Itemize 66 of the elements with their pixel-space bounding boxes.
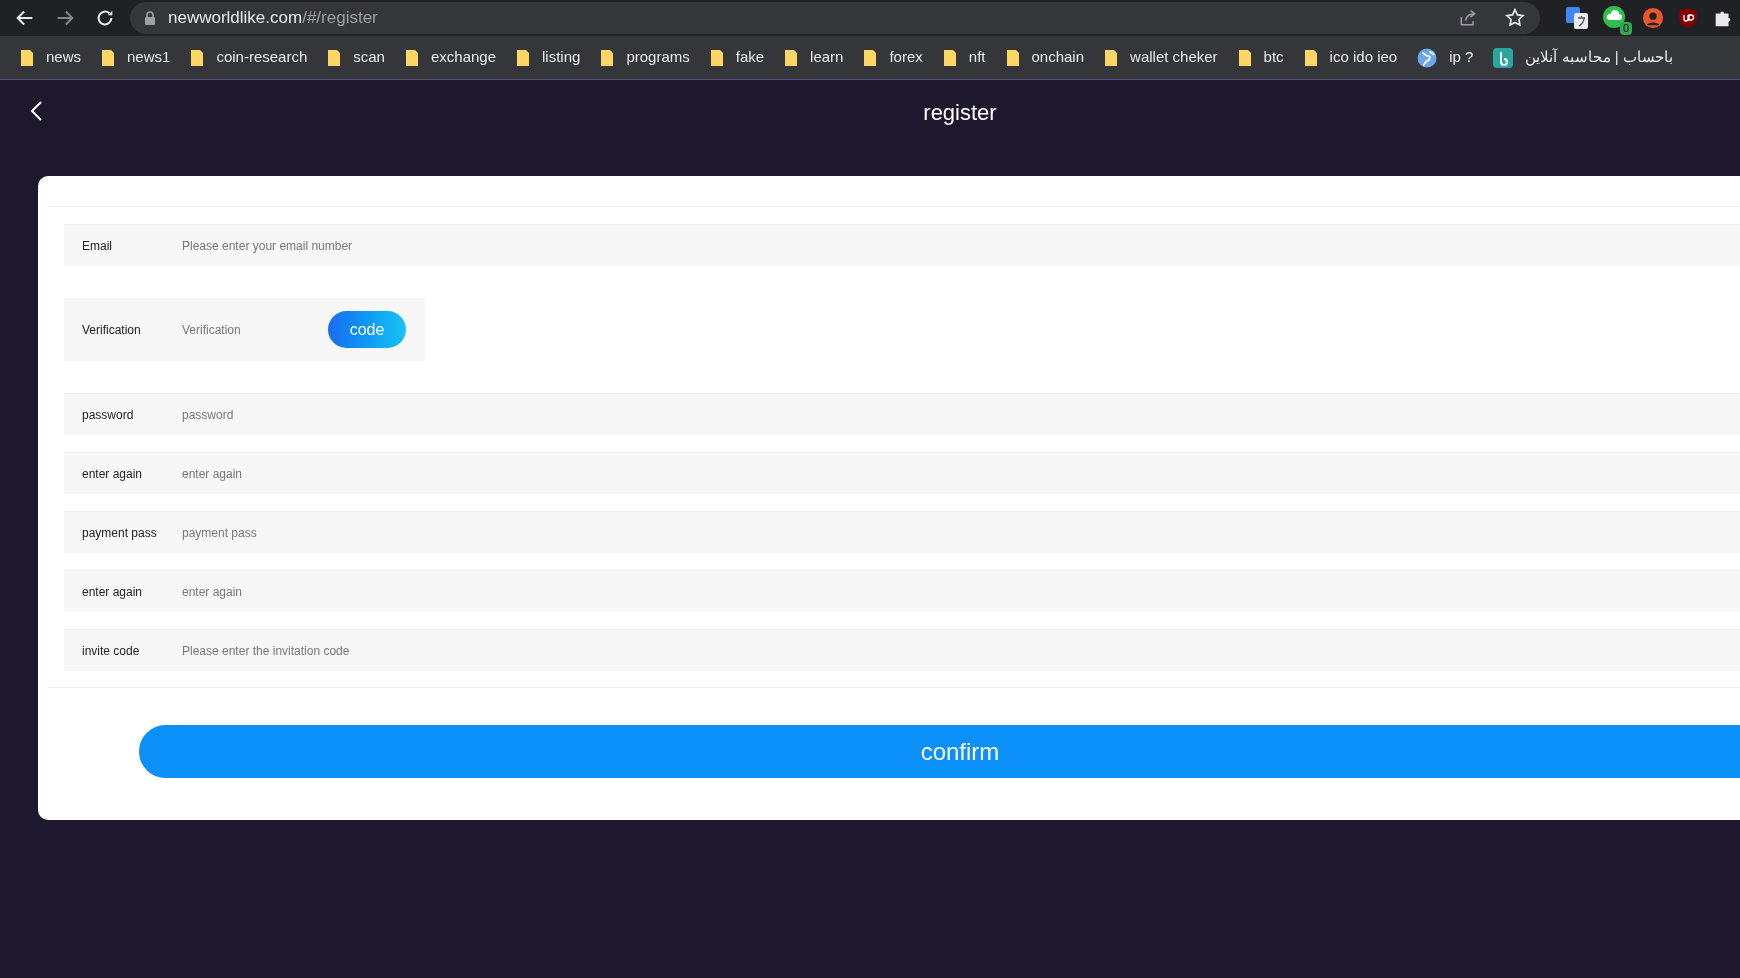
translate-icon[interactable] [1566, 7, 1588, 29]
folder-icon [404, 48, 419, 67]
field-label: Email [82, 237, 113, 255]
bookmark-label[interactable]: wallet cheker [1130, 46, 1218, 69]
placeholder-text: enter again [182, 583, 243, 601]
bookmark-label[interactable]: exchange [430, 46, 496, 69]
input-field[interactable]: password password [64, 393, 1740, 435]
placeholder-text: Verification [182, 321, 242, 339]
bookmark-label[interactable]: coin-research [216, 46, 308, 69]
field-label: enter again [82, 583, 144, 601]
input-field[interactable]: invite code Please enter the invitation code [64, 629, 1740, 671]
bookmark-label[interactable]: btc [1263, 46, 1284, 69]
input-field[interactable]: Email Please enter your email number [64, 224, 1740, 266]
placeholder-text: Please enter your email number [182, 237, 353, 255]
bookmark-label[interactable]: باحساب | محاسبه آنلاین [1525, 46, 1673, 69]
bookmark-label[interactable]: nft [968, 46, 986, 69]
placeholder-text: password [182, 406, 234, 424]
page-title: register [923, 98, 997, 127]
bookmark-label[interactable]: learn [810, 46, 844, 69]
folder-icon [1303, 48, 1318, 67]
placeholder-text: payment pass [182, 524, 257, 542]
field-label: Verification [82, 321, 142, 339]
lock-icon [144, 11, 156, 25]
bookmark-label[interactable]: programs [626, 46, 690, 69]
folder-icon [20, 48, 34, 67]
input-field[interactable]: enter again enter again [64, 452, 1740, 494]
folder-icon [784, 48, 799, 67]
bookmark-label[interactable]: news1 [127, 46, 171, 69]
folder-icon [190, 48, 205, 67]
folder-icon [709, 48, 724, 67]
input-field[interactable]: payment pass payment pass [64, 511, 1740, 553]
folder-icon [942, 48, 957, 67]
field-label: password [82, 406, 135, 424]
extension-badge: 0 [1619, 22, 1632, 35]
bookmark-label[interactable]: scan [353, 46, 385, 69]
shield-icon[interactable] [1678, 7, 1698, 29]
input-field[interactable]: Verification Verification code [64, 298, 425, 361]
folder-icon [327, 48, 342, 67]
folder-icon [101, 48, 116, 67]
bookmark-label[interactable]: forex [889, 46, 923, 69]
folder-icon [1005, 48, 1020, 67]
share-icon[interactable] [1458, 8, 1478, 28]
site-icon [1493, 47, 1514, 68]
bookmark-label[interactable]: fake [735, 46, 765, 69]
bookmark-label[interactable]: news [46, 46, 82, 69]
back-icon[interactable] [29, 100, 45, 122]
placeholder-text: enter again [182, 465, 243, 483]
star-icon[interactable] [1504, 7, 1526, 29]
address-bar[interactable]: newworldlike.com/#/register [130, 2, 1540, 34]
folder-icon [516, 48, 530, 67]
bookmark-label[interactable]: ico ido ieo [1329, 46, 1398, 69]
globe-icon [1417, 47, 1438, 68]
folder-icon [600, 48, 615, 67]
folder-icon [1104, 48, 1119, 67]
folder-icon [863, 48, 878, 67]
bookmark-label[interactable]: onchain [1031, 46, 1085, 69]
placeholder-text: Please enter the invitation code [182, 642, 350, 660]
url-text: newworldlike.com/#/register [168, 7, 378, 30]
folder-icon [1237, 48, 1252, 67]
avatar-icon[interactable] [1642, 7, 1664, 29]
field-label: invite code [82, 642, 141, 660]
field-label: enter again [82, 465, 144, 483]
bookmark-label[interactable]: ip ? [1449, 46, 1474, 69]
field-label: payment pass [82, 524, 158, 542]
input-field[interactable]: enter again enter again [64, 570, 1740, 612]
bookmark-label[interactable]: listing [542, 46, 581, 69]
